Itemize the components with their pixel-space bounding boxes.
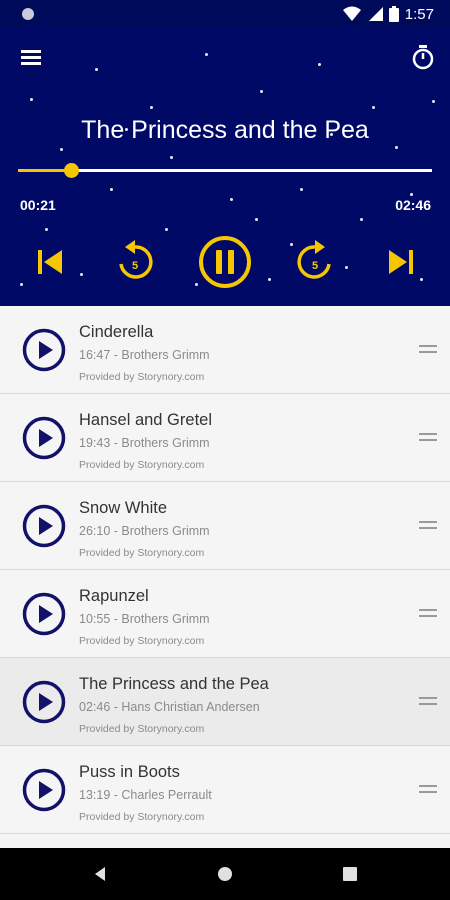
skip-previous-icon bbox=[38, 250, 62, 274]
drag-handle-icon[interactable] bbox=[419, 696, 437, 706]
story-meta: 02:46 - Hans Christian Andersen bbox=[79, 700, 260, 714]
story-meta: 13:19 - Charles Perrault bbox=[79, 788, 212, 802]
back-button[interactable] bbox=[88, 862, 112, 886]
skip-next-icon bbox=[389, 250, 413, 274]
seek-bar-thumb[interactable] bbox=[63, 163, 79, 178]
elapsed-time: 00:21 bbox=[20, 197, 56, 213]
status-time: 1:57 bbox=[404, 5, 434, 23]
play-circle-icon[interactable] bbox=[22, 328, 66, 372]
story-title: Hansel and Gretel bbox=[79, 411, 212, 429]
rewind-5-icon: 5 bbox=[119, 240, 153, 279]
skip-next-button[interactable] bbox=[381, 232, 421, 292]
play-circle-icon[interactable] bbox=[22, 592, 66, 636]
play-circle-icon[interactable] bbox=[22, 768, 66, 812]
recents-icon bbox=[343, 867, 357, 881]
timer-icon[interactable] bbox=[410, 44, 436, 70]
story-provider: Provided by Storynory.com bbox=[79, 459, 205, 471]
story-list: Cinderella 16:47 - Brothers Grimm Provid… bbox=[0, 306, 450, 848]
story-title: Rapunzel bbox=[79, 587, 149, 605]
play-circle-icon[interactable] bbox=[22, 504, 66, 548]
battery-icon bbox=[388, 6, 399, 22]
rewind-5-button[interactable]: 5 bbox=[112, 232, 158, 292]
story-title: The Princess and the Pea bbox=[79, 675, 269, 693]
now-playing-title: The Princess and the Pea bbox=[81, 116, 369, 144]
pause-button[interactable] bbox=[197, 232, 253, 292]
story-provider: Provided by Storynory.com bbox=[79, 635, 205, 647]
play-circle-icon[interactable] bbox=[22, 680, 66, 724]
seek-bar-progress bbox=[18, 169, 71, 172]
back-icon bbox=[95, 867, 105, 881]
wifi-icon bbox=[342, 6, 361, 21]
menu-icon[interactable] bbox=[20, 44, 46, 70]
story-meta: 26:10 - Brothers Grimm bbox=[79, 524, 210, 538]
drag-handle-icon[interactable] bbox=[419, 784, 437, 794]
signal-icon bbox=[368, 7, 383, 21]
play-circle-icon[interactable] bbox=[22, 416, 66, 460]
list-item[interactable]: Hansel and Gretel 19:43 - Brothers Grimm… bbox=[0, 394, 450, 482]
home-button[interactable] bbox=[213, 862, 237, 886]
list-item[interactable]: Puss in Boots 13:19 - Charles Perrault P… bbox=[0, 746, 450, 834]
rewind-seconds-label: 5 bbox=[132, 260, 138, 272]
skip-previous-button[interactable] bbox=[30, 232, 70, 292]
drag-handle-icon[interactable] bbox=[419, 520, 437, 530]
story-title: Cinderella bbox=[79, 323, 154, 341]
story-provider: Provided by Storynory.com bbox=[79, 811, 205, 823]
story-provider: Provided by Storynory.com bbox=[79, 547, 205, 559]
story-meta: 19:43 - Brothers Grimm bbox=[79, 436, 210, 450]
status-bar: 1:57 bbox=[0, 0, 450, 28]
drag-handle-icon[interactable] bbox=[419, 432, 437, 442]
story-title: Snow White bbox=[79, 499, 168, 517]
home-icon bbox=[218, 867, 232, 881]
playback-controls: 5 5 bbox=[0, 232, 450, 292]
forward-5-icon: 5 bbox=[297, 240, 331, 279]
story-meta: 10:55 - Brothers Grimm bbox=[79, 612, 210, 626]
system-navigation-bar bbox=[0, 848, 450, 900]
story-provider: Provided by Storynory.com bbox=[79, 723, 205, 735]
story-provider: Provided by Storynory.com bbox=[79, 371, 205, 383]
seek-bar[interactable] bbox=[18, 163, 432, 178]
total-duration: 02:46 bbox=[395, 197, 431, 213]
list-item[interactable]: Snow White 26:10 - Brothers Grimm Provid… bbox=[0, 482, 450, 570]
story-meta: 16:47 - Brothers Grimm bbox=[79, 348, 210, 362]
drag-handle-icon[interactable] bbox=[419, 344, 437, 354]
list-item[interactable]: Cinderella 16:47 - Brothers Grimm Provid… bbox=[0, 306, 450, 394]
forward-5-button[interactable]: 5 bbox=[292, 232, 338, 292]
list-item[interactable]: The Princess and the Pea 02:46 - Hans Ch… bbox=[0, 658, 450, 746]
story-title: Puss in Boots bbox=[79, 763, 180, 781]
pause-icon bbox=[199, 236, 251, 288]
drag-handle-icon[interactable] bbox=[419, 608, 437, 618]
notification-dot-icon bbox=[22, 8, 34, 20]
now-playing-panel: The Princess and the Pea 00:21 02:46 5 5 bbox=[0, 28, 450, 306]
forward-seconds-label: 5 bbox=[312, 260, 318, 272]
list-item[interactable]: Rapunzel 10:55 - Brothers Grimm Provided… bbox=[0, 570, 450, 658]
status-icons: 1:57 bbox=[342, 5, 434, 23]
recents-button[interactable] bbox=[338, 862, 362, 886]
